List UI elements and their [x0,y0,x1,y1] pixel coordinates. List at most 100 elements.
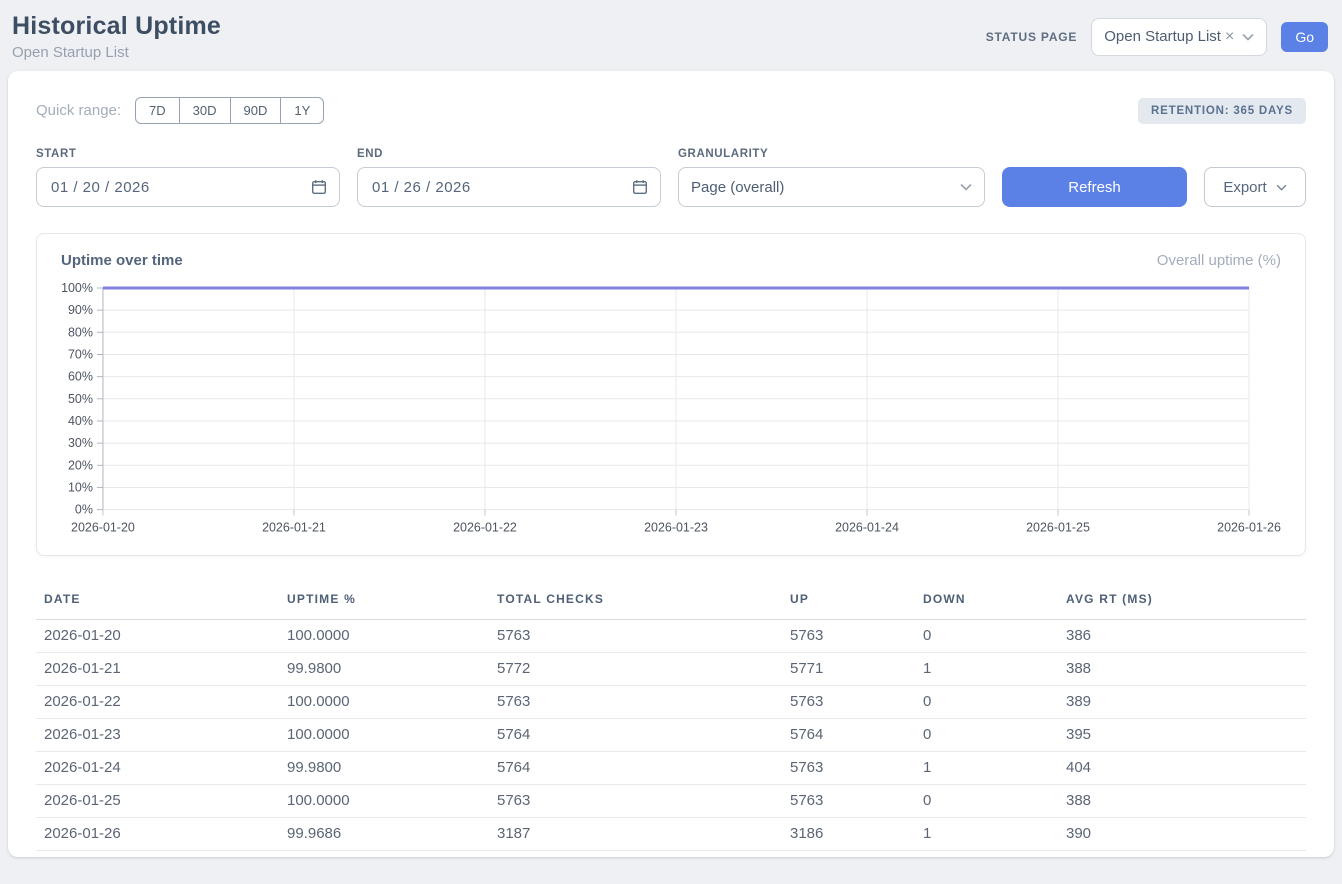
retention-badge: RETENTION: 365 DAYS [1138,98,1306,124]
svg-text:70%: 70% [68,347,93,361]
table-cell: 2026-01-24 [36,751,279,784]
table-cell: 0 [915,685,1058,718]
header-actions: STATUS PAGE Open Startup List × Go [986,18,1328,56]
quick-range-button-90d[interactable]: 90D [231,97,282,124]
table-cell: 395 [1058,718,1306,751]
uptime-chart-card: Uptime over time Overall uptime (%) 0% 10… [36,233,1306,556]
table-cell: 386 [1058,619,1306,652]
table-cell: 404 [1058,751,1306,784]
status-page-value: Open Startup List [1104,28,1221,45]
table-cell: 99.9686 [279,817,489,850]
table-cell: 388 [1058,784,1306,817]
table-cell: 2026-01-21 [36,652,279,685]
refresh-button[interactable]: Refresh [1002,167,1187,207]
table-cell: 2026-01-22 [36,685,279,718]
table-row: 2026-01-2699.9686318731861390 [36,817,1306,850]
page-subtitle: Open Startup List [12,44,221,61]
page-title: Historical Uptime [12,12,221,41]
go-button[interactable]: Go [1281,22,1328,52]
table-row: 2026-01-2199.9800577257711388 [36,652,1306,685]
uptime-table: DATEUPTIME %TOTAL CHECKSUPDOWNAVG RT (MS… [36,584,1306,851]
table-header-cell: UP [782,584,915,620]
table-row: 2026-01-22100.0000576357630389 [36,685,1306,718]
quick-range-group: 7D30D90D1Y [135,97,324,124]
svg-text:100%: 100% [61,281,93,295]
chevron-down-icon [1242,33,1254,41]
calendar-icon[interactable] [311,179,327,195]
table-cell: 0 [915,619,1058,652]
quick-range-button-1y[interactable]: 1Y [281,97,324,124]
svg-text:60%: 60% [68,370,93,384]
table-cell: 5764 [489,751,782,784]
table-cell: 100.0000 [279,685,489,718]
main-panel: Quick range: 7D30D90D1Y RETENTION: 365 D… [8,71,1334,857]
start-label: START [36,148,340,160]
granularity-value: Page (overall) [691,179,784,196]
table-cell: 2026-01-23 [36,718,279,751]
table-cell: 2026-01-25 [36,784,279,817]
table-cell: 2026-01-26 [36,817,279,850]
chevron-down-icon [960,183,972,191]
table-cell: 0 [915,784,1058,817]
start-date-input[interactable] [49,178,253,197]
table-header-cell: DOWN [915,584,1058,620]
table-row: 2026-01-20100.0000576357630386 [36,619,1306,652]
page-header: Historical Uptime Open Startup List STAT… [0,0,1342,71]
chart-header: Uptime over time Overall uptime (%) [61,252,1281,269]
table-header-row: DATEUPTIME %TOTAL CHECKSUPDOWNAVG RT (MS… [36,584,1306,620]
table-header-cell: TOTAL CHECKS [489,584,782,620]
quick-range-button-7d[interactable]: 7D [135,97,180,124]
granularity-select[interactable]: Page (overall) [678,167,985,207]
table-row: 2026-01-25100.0000576357630388 [36,784,1306,817]
clear-icon[interactable]: × [1225,29,1234,45]
table-cell: 5772 [489,652,782,685]
svg-text:50%: 50% [68,392,93,406]
table-cell: 5763 [782,685,915,718]
table-cell: 5763 [782,784,915,817]
table-cell: 100.0000 [279,619,489,652]
calendar-icon[interactable] [632,179,648,195]
granularity-label: GRANULARITY [678,148,985,160]
svg-text:20%: 20% [68,458,93,472]
table-cell: 0 [915,718,1058,751]
table-cell: 5764 [782,718,915,751]
svg-text:0%: 0% [75,503,93,517]
svg-text:2026-01-25: 2026-01-25 [1026,521,1090,535]
chevron-down-icon [1276,184,1287,191]
table-cell: 99.9800 [279,652,489,685]
table-cell: 390 [1058,817,1306,850]
table-header-cell: DATE [36,584,279,620]
table-cell: 1 [915,751,1058,784]
table-row: 2026-01-2499.9800576457631404 [36,751,1306,784]
svg-text:10%: 10% [68,480,93,494]
table-header-cell: AVG RT (MS) [1058,584,1306,620]
table-cell: 1 [915,652,1058,685]
uptime-table-wrap: DATEUPTIME %TOTAL CHECKSUPDOWNAVG RT (MS… [36,584,1306,851]
svg-text:2026-01-22: 2026-01-22 [453,521,517,535]
start-date-input-wrap [36,167,340,207]
end-label: END [357,148,661,160]
table-cell: 389 [1058,685,1306,718]
svg-text:40%: 40% [68,414,93,428]
table-row: 2026-01-23100.0000576457640395 [36,718,1306,751]
svg-text:2026-01-23: 2026-01-23 [644,521,708,535]
export-button[interactable]: Export [1204,167,1306,207]
svg-text:90%: 90% [68,303,93,317]
end-date-field: END [357,148,661,207]
table-cell: 5764 [489,718,782,751]
quick-range-button-30d[interactable]: 30D [180,97,231,124]
start-date-field: START [36,148,340,207]
quick-range-group-wrap: Quick range: 7D30D90D1Y [36,97,324,124]
svg-text:2026-01-24: 2026-01-24 [835,521,899,535]
chart-y-axis: 0%10%20%30%40%50%60%70%80%90%100% [61,281,103,517]
status-page-label: STATUS PAGE [986,30,1077,44]
end-date-input[interactable] [370,178,574,197]
page: Historical Uptime Open Startup List STAT… [0,0,1342,884]
chart-legend: Overall uptime (%) [1157,252,1281,269]
chart-grid [103,288,1249,510]
table-cell: 5763 [782,751,915,784]
quick-range-label: Quick range: [36,102,121,119]
table-cell: 3187 [489,817,782,850]
status-page-select[interactable]: Open Startup List × [1091,18,1267,56]
filters-row: START END GRANULARITY Page (overall) [36,148,1306,207]
